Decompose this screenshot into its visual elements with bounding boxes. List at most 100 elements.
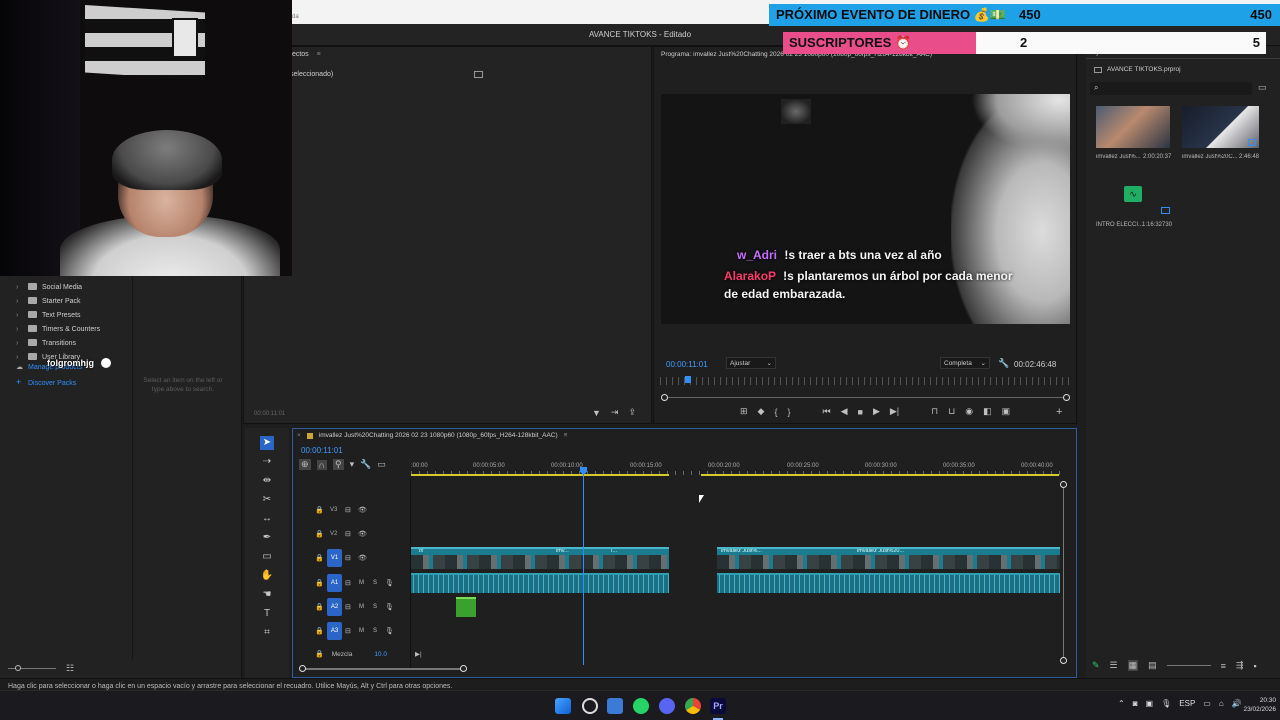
lock-icon[interactable]: 🔒	[315, 650, 324, 658]
zoom-handle-right[interactable]	[460, 665, 467, 672]
mute-toggle[interactable]: M	[359, 604, 364, 610]
solo-toggle[interactable]: S	[373, 628, 377, 634]
play-icon[interactable]: ▶	[873, 406, 880, 417]
new-bin-icon[interactable]: ▭	[1258, 82, 1267, 93]
quality-dropdown[interactable]: Completa ⌄	[940, 357, 990, 369]
chat-tray-icon[interactable]: ▣	[1146, 699, 1154, 708]
chrome-icon[interactable]	[685, 698, 701, 714]
discord-tray-icon[interactable]: ◙	[1133, 699, 1138, 708]
program-zoom-bar[interactable]	[664, 397, 1067, 398]
tab-effects[interactable]: fectos ≡	[290, 51, 321, 58]
add-marker-icon[interactable]: ◆	[758, 406, 765, 417]
audio-clip[interactable]	[411, 573, 669, 593]
vr-icon[interactable]: ▣	[1002, 406, 1011, 417]
mix-value[interactable]: 10.0	[374, 651, 387, 658]
linked-select-icon[interactable]: ⚲	[333, 459, 344, 470]
lock-icon[interactable]: 🔒	[315, 506, 324, 514]
left-slider-handle[interactable]	[15, 665, 21, 671]
lock-icon[interactable]: 🔒	[315, 554, 324, 562]
vertical-scrollbar[interactable]	[1063, 483, 1064, 659]
list-view-icon[interactable]: ☰	[1110, 660, 1118, 671]
panel-toggle-icon[interactable]	[474, 71, 483, 78]
eye-icon[interactable]: 👁	[358, 530, 367, 538]
sync-lock-icon[interactable]: ⊟	[345, 554, 351, 562]
step-forward-icon[interactable]: ▶|	[890, 406, 899, 417]
network-icon[interactable]: ⌂	[1219, 699, 1224, 708]
marker-icon[interactable]: ▾	[350, 459, 355, 470]
lock-icon[interactable]: 🔒	[315, 579, 324, 587]
lock-icon[interactable]: 🔒	[315, 627, 324, 635]
new-item-icon[interactable]: ▪	[1253, 661, 1256, 671]
caption-tool-icon[interactable]: ⌗	[260, 626, 274, 640]
ripple-edit-tool-icon[interactable]: ⇹	[260, 474, 274, 488]
language-indicator[interactable]: ESP	[1179, 699, 1195, 708]
work-area-bar[interactable]	[411, 474, 669, 476]
sync-lock-icon[interactable]: ⊟	[345, 530, 351, 538]
solo-toggle[interactable]: S	[373, 580, 377, 586]
program-timecode[interactable]: 00:00:11:01	[666, 360, 708, 369]
extract-icon[interactable]: ⊔	[948, 406, 955, 417]
timeline-timecode[interactable]: 00:00:11:01	[301, 446, 343, 455]
tab-menu-icon[interactable]: ≡	[317, 51, 321, 58]
program-video-frame[interactable]: w_Adri !s traer a bts una vez al año Ala…	[661, 94, 1070, 324]
track-select-tool-icon[interactable]: ⇢	[260, 455, 274, 469]
sync-lock-icon[interactable]: ⊟	[345, 603, 351, 611]
program-playhead[interactable]	[685, 376, 691, 383]
audio-waveform-icon[interactable]: ∿	[1124, 186, 1142, 202]
mic-tray-icon[interactable]: 🎙	[1161, 699, 1171, 708]
microphone-icon[interactable]: 🎙	[385, 579, 394, 587]
captions-icon[interactable]: ▭	[377, 459, 386, 470]
whatsapp-icon[interactable]	[633, 698, 649, 714]
mark-in-icon[interactable]: {	[774, 407, 777, 417]
slip-tool-icon[interactable]: ↔	[260, 512, 274, 526]
close-icon[interactable]: ×	[297, 432, 301, 439]
pen-tool-icon[interactable]: ✒	[260, 531, 274, 545]
microphone-icon[interactable]: 🎙	[385, 603, 394, 611]
hand-alt-tool-icon[interactable]: ☚	[260, 588, 274, 602]
premiere-pro-icon[interactable]: Pr	[710, 698, 726, 714]
discover-packs-link[interactable]: + Discover Packs	[0, 375, 132, 389]
wrench-icon[interactable]: 🔧	[998, 358, 1009, 369]
rectangle-tool-icon[interactable]: ▭	[260, 550, 274, 564]
tree-item-timers[interactable]: › Timers & Counters	[0, 323, 132, 337]
monitor-icon[interactable]: ▭	[1203, 699, 1211, 708]
mix-expand-icon[interactable]: ▶|	[415, 650, 422, 658]
video-clip[interactable]: imvallez Just%... imvallez Just%20...	[717, 547, 1060, 569]
tree-item-transitions[interactable]: › Transitions	[0, 337, 132, 351]
mark-out-icon[interactable]: }	[787, 407, 790, 417]
program-time-ruler[interactable]	[660, 377, 1072, 385]
view-options-icon[interactable]: ☷	[66, 663, 74, 674]
filter-icon[interactable]: ▼	[592, 408, 601, 418]
lift-icon[interactable]: ⊓	[931, 406, 938, 417]
sync-lock-icon[interactable]: ⊟	[345, 506, 351, 514]
sync-lock-icon[interactable]: ⊟	[345, 627, 351, 635]
marker-list-icon[interactable]: ⊞	[740, 406, 748, 417]
stop-icon[interactable]: ■	[858, 407, 863, 417]
time-ruler[interactable]: :00:00 00:00:05:00 00:00:10:00 00:00:15:…	[411, 461, 1061, 475]
tree-item-social-media[interactable]: › Social Media	[0, 281, 132, 295]
tab-menu-icon[interactable]: ≡	[564, 432, 568, 439]
chevron-up-icon[interactable]: ⌃	[1118, 699, 1125, 708]
track-target-badge[interactable]: V1	[327, 549, 342, 567]
clock-app-icon[interactable]	[582, 698, 598, 714]
snap-icon[interactable]: ∩	[316, 459, 328, 470]
scroll-handle[interactable]	[1060, 481, 1067, 488]
zoom-handle-right[interactable]	[1063, 394, 1070, 401]
mute-toggle[interactable]: M	[359, 628, 364, 634]
sequence-tab[interactable]: × imvallez Just%20Chatting 2026 02 23 10…	[297, 432, 567, 439]
sync-lock-icon[interactable]: ⊟	[345, 579, 351, 587]
project-search-input[interactable]: ⌕	[1090, 82, 1252, 95]
hand-tool-icon[interactable]: ✋	[260, 569, 274, 583]
track-target-badge[interactable]: A1	[327, 574, 342, 592]
solo-toggle[interactable]: S	[373, 604, 377, 610]
nest-icon[interactable]: ⊕	[299, 459, 311, 470]
timeline-playhead[interactable]	[583, 469, 584, 665]
razor-tool-icon[interactable]: ✂	[260, 493, 274, 507]
type-tool-icon[interactable]: T	[260, 607, 274, 621]
mute-toggle[interactable]: M	[359, 580, 364, 586]
audio-clip-a2[interactable]	[456, 597, 476, 617]
share-icon[interactable]: ⇪	[628, 407, 636, 418]
eye-icon[interactable]: 👁	[358, 554, 367, 562]
zoom-handle-left[interactable]	[299, 665, 306, 672]
freeform-view-icon[interactable]: ▤	[1148, 660, 1157, 671]
